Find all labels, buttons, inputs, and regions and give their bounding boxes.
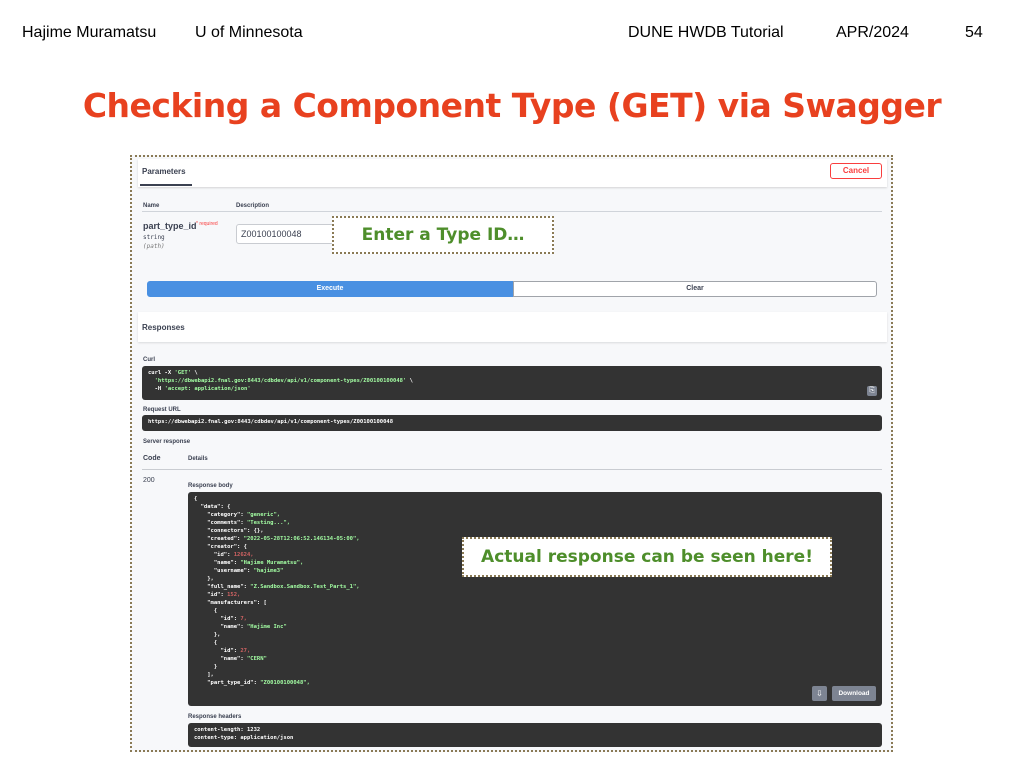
column-header-code: Code	[143, 455, 161, 462]
tab-underline	[140, 184, 192, 186]
parameters-bar: Parameters Cancel	[138, 159, 887, 187]
slide-header-date: APR/2024	[836, 24, 909, 41]
responses-title: Responses	[142, 323, 185, 332]
slide-page-number: 54	[965, 24, 983, 41]
body-line: {	[194, 640, 218, 646]
swagger-screenshot-frame: Parameters Cancel Name Description part_…	[130, 155, 893, 752]
slide-title: Checking a Component Type (GET) via Swag…	[82, 86, 942, 125]
body-line: {	[194, 608, 218, 614]
body-line: "manufacturers": [	[194, 600, 267, 606]
request-url-label: Request URL	[143, 407, 181, 413]
response-headers-code[interactable]: content-length: 1232 content-type: applic…	[188, 723, 882, 747]
body-line: "comments": "Testing...",	[194, 520, 291, 526]
curl-url-cont: \	[406, 378, 413, 384]
response-body-label: Response body	[188, 483, 233, 489]
status-code: 200	[143, 477, 155, 484]
curl-header: 'accept: application/json'	[164, 386, 251, 392]
headers-line: content-type: application/json	[194, 735, 294, 741]
download-icon[interactable]: ⇩	[812, 686, 827, 701]
callout-response-here: Actual response can be seen here!	[462, 537, 832, 577]
curl-header-flag: -H	[148, 386, 165, 392]
slide-header-event: DUNE HWDB Tutorial	[628, 24, 784, 41]
curl-method: 'GET'	[174, 370, 192, 376]
body-line: "data": {	[194, 504, 231, 510]
param-required: * required	[196, 221, 218, 227]
body-line: "name": "Hajime Inc"	[194, 624, 287, 630]
headers-line: content-length: 1232	[194, 727, 261, 733]
curl-cmd: curl -X	[148, 370, 175, 376]
curl-url: 'https://dbwebapi2.fnal.gov:8443/cdbdev/…	[154, 378, 407, 384]
column-divider	[142, 211, 882, 212]
response-table-divider	[142, 469, 882, 470]
cancel-button[interactable]: Cancel	[830, 163, 882, 179]
curl-cont: \	[191, 370, 198, 376]
column-header-details: Details	[188, 456, 208, 462]
body-line: ],	[194, 672, 214, 678]
param-name: part_type_id	[143, 221, 197, 231]
body-line: },	[194, 632, 221, 638]
body-line: "part_type_id": "Z00100100048",	[194, 680, 310, 686]
curl-label: Curl	[143, 357, 155, 363]
slide-header-affiliation: U of Minnesota	[195, 24, 303, 41]
column-header-name: Name	[143, 203, 160, 209]
body-line: "connectors": {},	[194, 528, 264, 534]
request-url-box[interactable]: https://dbwebapi2.fnal.gov:8443/cdbdev/a…	[142, 415, 882, 431]
response-headers-label: Response headers	[188, 714, 242, 720]
clear-button[interactable]: Clear	[513, 281, 877, 297]
body-line: "name": "CERN"	[194, 656, 267, 662]
body-line: "id": 152,	[194, 592, 241, 598]
body-line: "category": "generic",	[194, 512, 281, 518]
body-line: "full_name": "Z.Sandbox.Sandbox.Test_Par…	[194, 584, 360, 590]
param-location: (path)	[143, 243, 165, 250]
body-line: "id": 27,	[194, 648, 251, 654]
body-line: }	[194, 664, 218, 670]
part-type-id-input[interactable]	[236, 224, 334, 244]
column-header-description: Description	[236, 203, 270, 209]
execute-button[interactable]: Execute	[147, 281, 513, 297]
copy-icon[interactable]: ⎘	[867, 386, 877, 396]
slide-header-author: Hajime Muramatsu	[22, 24, 157, 41]
server-response-label: Server response	[143, 439, 191, 445]
body-line: {	[194, 496, 198, 502]
curl-code-block[interactable]: curl -X 'GET' \ 'https://dbwebapi2.fnal.…	[142, 366, 882, 400]
response-body-code[interactable]: { "data": { "category": "generic", "comm…	[188, 492, 882, 706]
callout-enter-type-id: Enter a Type ID…	[332, 216, 554, 254]
body-line: "id": 7,	[194, 616, 247, 622]
download-button[interactable]: Download	[832, 686, 876, 701]
param-type: string	[143, 234, 165, 241]
tab-parameters[interactable]: Parameters	[142, 167, 186, 176]
responses-bar: Responses	[138, 312, 887, 342]
